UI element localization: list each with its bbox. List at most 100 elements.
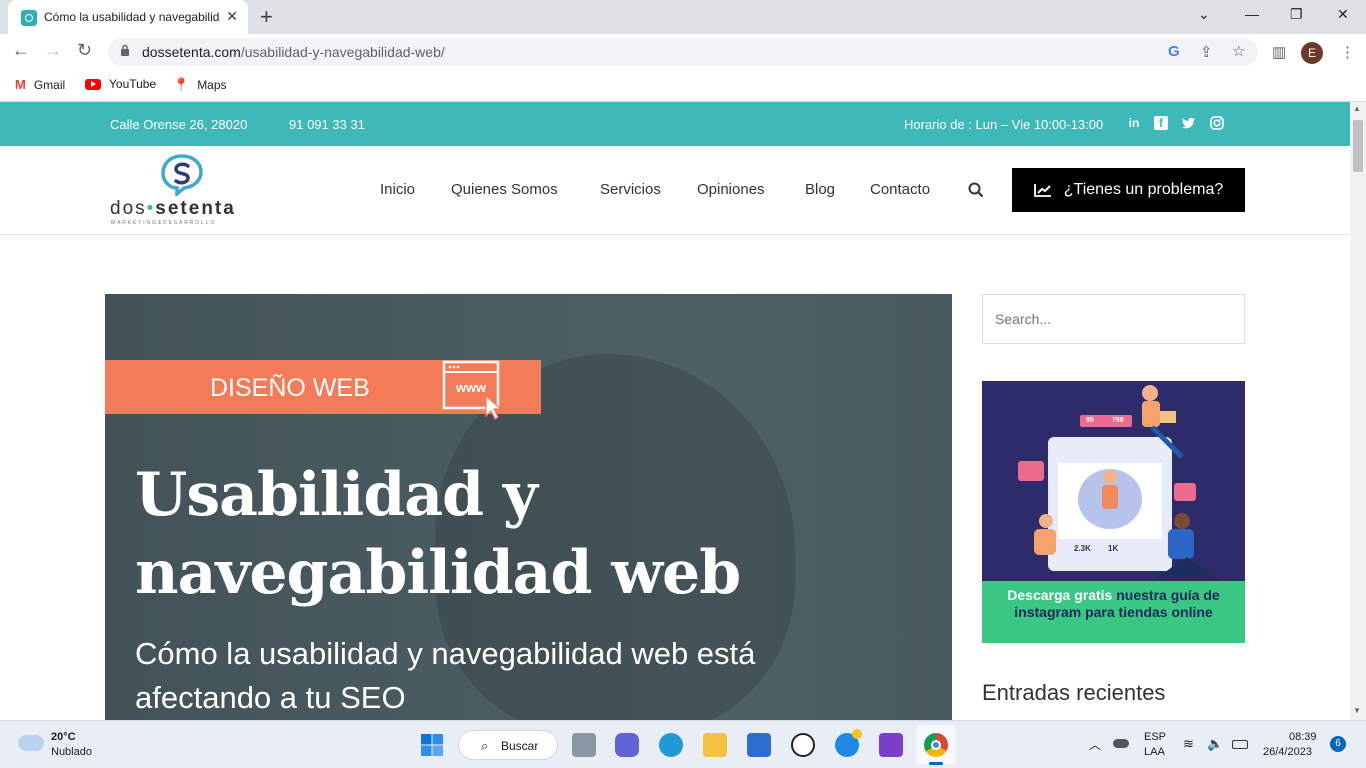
edge-browser-icon[interactable] [659, 733, 683, 757]
maps-pin-icon: 📍 [173, 77, 190, 92]
bookmark-label: Maps [197, 78, 227, 92]
windows-taskbar: 20°C Nublado ⌕ Buscar ︿ ESP LAA ≋ 🔈 08:3… [0, 720, 1366, 768]
gmail-icon: M [15, 77, 26, 92]
tab-search-chevron-icon[interactable]: ⌄ [1198, 6, 1210, 23]
logo-mark-icon [161, 154, 203, 196]
notification-dot-icon [852, 729, 862, 739]
post-subtitle: Cómo la usabilidad y navegabilidad web e… [135, 636, 756, 715]
browser-tab[interactable]: Cómo la usabilidad y navegabilidad ✕ [8, 0, 248, 34]
stat-hearts: 2.3K [1074, 544, 1091, 553]
tray-overflow-icon[interactable]: ︿ [1089, 736, 1101, 753]
bookmark-youtube[interactable]: YouTube [85, 77, 156, 91]
keyboard-layout[interactable]: LAA [1144, 746, 1165, 758]
cloud-weather-icon [18, 735, 44, 751]
new-tab-icon[interactable]: + [260, 4, 273, 30]
lock-icon [121, 44, 129, 56]
bookmarks-bar: M Gmail YouTube 📍 Maps [0, 70, 1366, 102]
side-panel-icon[interactable]: ▥ [1272, 43, 1286, 61]
battery-icon[interactable] [1232, 740, 1248, 749]
forward-icon[interactable]: → [44, 40, 62, 61]
windows-start-icon[interactable] [420, 733, 444, 757]
reload-icon[interactable]: ↻ [77, 40, 92, 61]
facebook-icon[interactable]: f [1154, 116, 1168, 130]
nav-opiniones[interactable]: Opiniones [697, 181, 765, 198]
cta-label: ¿Tienes un problema? [1063, 181, 1224, 198]
tab-strip: Cómo la usabilidad y navegabilidad ✕ + ⌄… [0, 0, 1366, 34]
sidebar-search-input[interactable] [995, 295, 1235, 343]
app-icon[interactable] [791, 733, 815, 757]
clock-date[interactable]: 26/4/2023 [1263, 746, 1312, 758]
stat-followers: 95 [1086, 417, 1094, 424]
bookmark-maps[interactable]: 📍 Maps [173, 77, 227, 93]
scroll-down-icon[interactable]: ▼ [1353, 706, 1361, 715]
bookmark-label: Gmail [33, 77, 66, 92]
restore-icon[interactable]: ❐ [1290, 6, 1303, 23]
scrollbar-thumb[interactable] [1353, 120, 1363, 172]
menu-icon[interactable]: ⋮ [1340, 43, 1355, 61]
nav-contacto[interactable]: Contacto [870, 181, 930, 198]
nav-servicios[interactable]: Servicios [600, 181, 661, 198]
nav-inicio[interactable]: Inicio [380, 181, 415, 198]
close-tab-icon[interactable]: ✕ [226, 8, 238, 25]
instagram-guide-banner[interactable]: 95 758 2.3K 1K Descarga gratis nuestra g… [982, 381, 1245, 643]
language-code[interactable]: ESP [1144, 731, 1166, 743]
promo-caption: Descarga gratis nuestra guía de instagra… [1007, 587, 1220, 620]
bookmark-star-icon[interactable]: ☆ [1232, 42, 1245, 60]
youtube-icon [85, 78, 101, 90]
microsoft-store-icon[interactable] [747, 733, 771, 757]
instagram-icon[interactable] [1210, 116, 1224, 130]
twitter-icon[interactable] [1182, 116, 1196, 130]
search-icon: ⌕ [481, 738, 489, 753]
linkedin-icon[interactable]: in [1127, 116, 1141, 130]
wifi-icon[interactable]: ≋ [1183, 736, 1194, 752]
notification-badge[interactable]: 6 [1330, 736, 1346, 752]
back-icon[interactable]: ← [12, 40, 30, 61]
browser-www-icon: www [442, 360, 503, 420]
visual-studio-icon[interactable] [879, 733, 903, 757]
problem-cta-button[interactable]: ¿Tienes un problema? [1012, 168, 1245, 212]
onedrive-cloud-icon[interactable] [1113, 739, 1129, 748]
google-lens-icon[interactable]: G [1168, 43, 1180, 60]
file-explorer-icon[interactable] [703, 733, 727, 757]
nav-blog[interactable]: Blog [805, 181, 835, 198]
stat-comments: 1K [1108, 544, 1119, 553]
tab-title: Cómo la usabilidad y navegabilidad [44, 10, 220, 24]
search-icon[interactable] [968, 182, 984, 198]
taskbar-search-box[interactable]: ⌕ Buscar [458, 730, 558, 760]
sidebar-search [982, 294, 1245, 344]
stat-likes: 758 [1112, 417, 1124, 424]
category-badge: DISEÑO WEB www [105, 360, 541, 420]
logo-tagline: MARKETING&DESARROLLO [111, 220, 217, 226]
bookmark-label: YouTube [109, 77, 157, 91]
phone-text[interactable]: 91 091 33 31 [289, 117, 365, 132]
post-title: Usabilidad y navegabilidad web [135, 460, 741, 608]
share-icon[interactable]: ⇪ [1200, 43, 1213, 61]
address-text: Calle Orense 26, 28020 [110, 117, 248, 132]
profile-avatar[interactable]: E [1301, 42, 1323, 64]
minimize-icon[interactable]: — [1245, 6, 1259, 22]
taskbar-search-label: Buscar [501, 739, 539, 753]
weather-temp[interactable]: 20°C [51, 731, 76, 743]
task-view-icon[interactable] [572, 733, 596, 757]
logo-wordmark: dos•setenta [110, 198, 236, 219]
svg-text:www: www [455, 380, 487, 395]
contact-topbar: Calle Orense 26, 28020 91 091 33 31 Hora… [0, 102, 1350, 146]
close-window-icon[interactable]: ✕ [1337, 6, 1349, 23]
chrome-active-tab[interactable] [916, 725, 956, 765]
clock-time[interactable]: 08:39 [1289, 731, 1317, 743]
hours-text: Horario de : Lun – Vie 10:00-13:00 [904, 117, 1104, 132]
featured-image: DISEÑO WEB www Usabilidad y navegabilida… [105, 294, 952, 720]
scroll-up-icon[interactable]: ▲ [1353, 104, 1361, 113]
weather-desc[interactable]: Nublado [51, 746, 92, 758]
site-header: dos•setenta MARKETING&DESARROLLO Inicio … [0, 146, 1350, 235]
address-bar[interactable]: dossetenta.com/usabilidad-y-navegabilida… [108, 38, 1258, 66]
nav-quienes-somos[interactable]: Quienes Somos [451, 181, 558, 198]
volume-icon[interactable]: 🔈 [1207, 736, 1223, 752]
browser-toolbar: ← → ↻ dossetenta.com/usabilidad-y-navega… [0, 34, 1366, 70]
chrome-icon-center [931, 740, 941, 750]
site-logo[interactable]: dos•setenta MARKETING&DESARROLLO [110, 152, 260, 226]
trend-chart-icon [1033, 184, 1051, 197]
teams-chat-icon[interactable] [615, 733, 639, 757]
page-scrollbar[interactable]: ▲ ▼ [1350, 102, 1366, 720]
bookmark-gmail[interactable]: M Gmail [15, 77, 65, 92]
